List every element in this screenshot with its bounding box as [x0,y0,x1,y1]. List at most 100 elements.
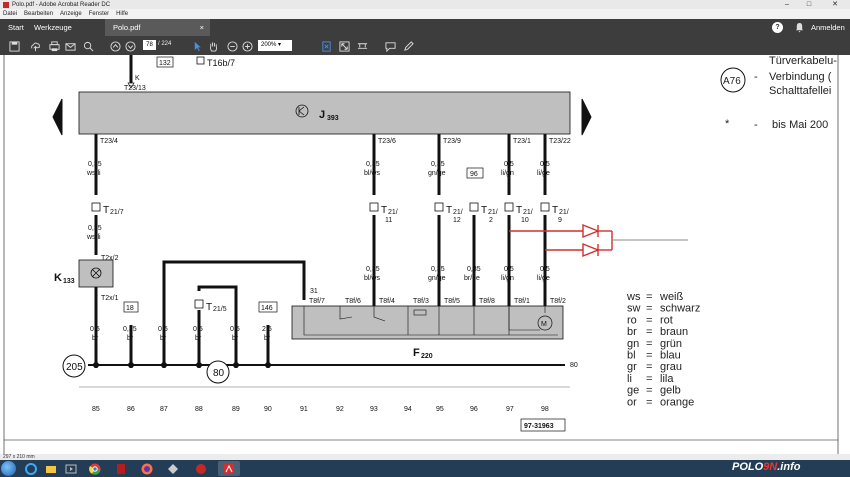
t8f6: T8f/6 [345,298,361,305]
bus-node-86 [128,362,134,368]
legend-code: ge [627,385,639,397]
menu-hilfe[interactable]: Hilfe [116,11,128,17]
zoom-out-icon[interactable] [226,40,238,52]
mail-icon[interactable] [64,40,76,52]
legend-code: br [627,326,637,338]
connector-t21-7-icon [91,202,101,212]
page-up-icon[interactable] [109,40,121,52]
col-88: 88 [195,406,203,413]
legend-eq: = [646,338,652,350]
col-97: 97 [506,406,514,413]
legend-star: * [725,118,730,130]
wire-size-98b: 0,5 [540,266,550,273]
fit-page-icon[interactable] [320,40,332,52]
menu-bearbeiten[interactable]: Bearbeiten [24,11,53,17]
acrobat-taskbar-icon[interactable] [218,461,240,476]
zoom-select[interactable]: 200% ▾ [258,40,292,51]
search-icon[interactable] [82,40,94,52]
read-mode-icon[interactable] [356,40,368,52]
menu-datei[interactable]: Datei [3,11,17,17]
k133-id: K [54,272,62,284]
col-98: 98 [541,406,549,413]
select-cursor-icon[interactable] [191,40,203,52]
tab-tools[interactable]: Werkzeuge [34,19,72,36]
pen-icon[interactable] [402,40,414,52]
f220-id: F [413,347,420,359]
t21-7-t: T [103,205,109,216]
col-93: 93 [370,406,378,413]
bw-size-86: 0,35 [123,326,137,333]
fullscreen-icon[interactable] [338,40,350,52]
menu-fenster[interactable]: Fenster [89,11,109,17]
app-icon-red[interactable] [190,461,212,476]
red-annotation [509,223,613,258]
tab-start[interactable]: Start [8,19,24,36]
signin-link[interactable]: Anmelden [811,19,845,36]
t21-12-sub: 21/ [453,209,463,216]
t23-22: T23/22 [549,138,571,145]
pdf-app-icon[interactable] [110,461,132,476]
k133-sub: 133 [63,278,75,285]
legend-name: rot [660,314,673,326]
wire-size-85b: 0,35 [88,225,102,232]
upload-icon[interactable] [29,40,41,52]
print-icon[interactable] [48,40,60,52]
firefox-icon[interactable] [136,461,158,476]
save-icon[interactable] [8,40,20,52]
tab-close-icon[interactable]: × [200,19,204,36]
maximize-button[interactable]: □ [800,0,818,9]
document-view[interactable]: 132 K T23/13 T16b/7 J 393 T23/4 T23/6 T2… [0,55,850,454]
bell-icon[interactable] [795,22,804,33]
start-button[interactable] [1,461,16,476]
chrome-icon[interactable] [84,461,106,476]
box-146-label: 146 [261,305,273,312]
col-92: 92 [336,406,344,413]
explorer-icon[interactable] [40,461,62,476]
legend-name: grün [660,338,682,350]
comment-icon[interactable] [384,40,396,52]
tab-bar: Start Werkzeuge Polo.pdf × ? Anmelden [0,19,850,36]
legend-name: schwarz [660,303,700,315]
wire-color-98: li/ge [537,170,550,177]
col-86: 86 [127,406,135,413]
ie-icon[interactable] [20,461,42,476]
wire-size-93b: 0,35 [366,266,380,273]
t21-9-sub: 21/ [559,209,569,216]
bus-node-85 [93,362,99,368]
t21-11-sub: 21/ [388,209,398,216]
hand-icon[interactable] [207,40,219,52]
minimize-button[interactable]: – [778,0,796,9]
zoom-in-icon[interactable] [241,40,253,52]
legend-code: bl [627,350,636,362]
tab-document[interactable]: Polo.pdf × [105,19,210,36]
t21-2-sub2: 2 [489,217,493,224]
wire-color-97b: li/gn [501,275,514,282]
wire-31-label: 31 [310,288,318,295]
t8f5: T8f/5 [444,298,460,305]
wire-size-95b: 0,35 [431,266,445,273]
legend-code: or [627,396,637,408]
col-96: 96 [470,406,478,413]
motor-label: M [541,321,547,328]
prev-page-arrow[interactable] [52,98,63,136]
acrobat-icon [3,1,9,8]
page-number-input[interactable]: 78 [143,40,156,50]
bus-node-88 [196,362,202,368]
legend-eq: = [646,314,652,326]
wire-size-97b: 0,5 [504,266,514,273]
menu-anzeige[interactable]: Anzeige [60,11,82,17]
t21-10-t: T [516,205,522,216]
page-down-icon[interactable] [124,40,136,52]
menu-bar: Datei Bearbeiten Anzeige Fenster Hilfe [0,9,850,19]
help-icon[interactable]: ? [772,22,783,33]
t23-1: T23/1 [513,138,531,145]
wire-color-85: ws/li [86,170,101,177]
toolbar: 78 / 224 200% ▾ [0,36,850,55]
terminal-t23-13: T23/13 [124,85,146,92]
schematic-page: 132 K T23/13 T16b/7 J 393 T23/4 T23/6 T2… [3,55,839,454]
t21-9-sub2: 9 [558,217,562,224]
media-player-icon[interactable] [60,461,82,476]
next-page-arrow[interactable] [581,98,592,136]
close-window-button[interactable]: ✕ [822,0,848,9]
app-icon-dark[interactable] [162,461,184,476]
